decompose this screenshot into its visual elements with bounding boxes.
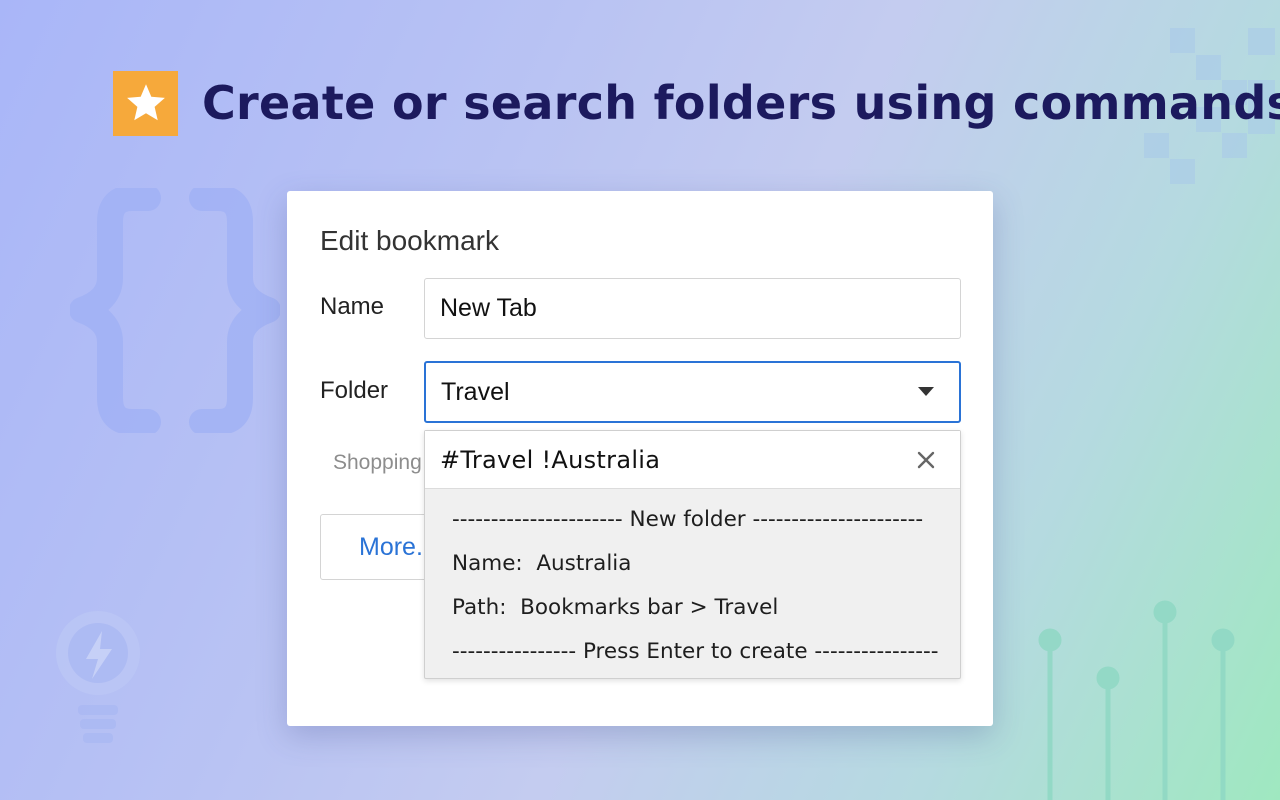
command-input-value: #Travel !Australia (440, 445, 661, 474)
command-input[interactable]: #Travel !Australia (425, 431, 960, 489)
close-icon[interactable] (916, 450, 936, 470)
dialog-title: Edit bookmark (320, 225, 499, 256)
circuit-decoration (1038, 600, 1235, 800)
page-header: Create or search folders using commands (113, 70, 1280, 136)
lightbulb-icon (56, 611, 140, 743)
press-enter-hint[interactable]: ---------------- Press Enter to create -… (452, 639, 939, 664)
new-folder-path: Path: Bookmarks bar > Travel (452, 595, 779, 620)
folder-suggestion[interactable]: Shopping (333, 451, 425, 475)
curly-braces-decoration (70, 188, 280, 433)
new-folder-header: ---------------------- New folder ------… (452, 507, 924, 532)
name-input-value: New Tab (440, 294, 537, 322)
name-label: Name (320, 293, 385, 320)
star-badge (113, 70, 178, 136)
folder-select-value: Travel (441, 377, 510, 406)
folder-label: Folder (320, 377, 389, 404)
caret-down-icon[interactable] (918, 387, 934, 396)
new-folder-name: Name: Australia (452, 551, 632, 576)
folder-command-dropdown: #Travel !Australia ---------------------… (424, 430, 961, 679)
folder-select[interactable]: Travel (424, 361, 961, 423)
page-title: Create or search folders using commands (202, 76, 1280, 130)
star-icon (126, 84, 165, 121)
name-input[interactable]: New Tab (424, 278, 961, 339)
